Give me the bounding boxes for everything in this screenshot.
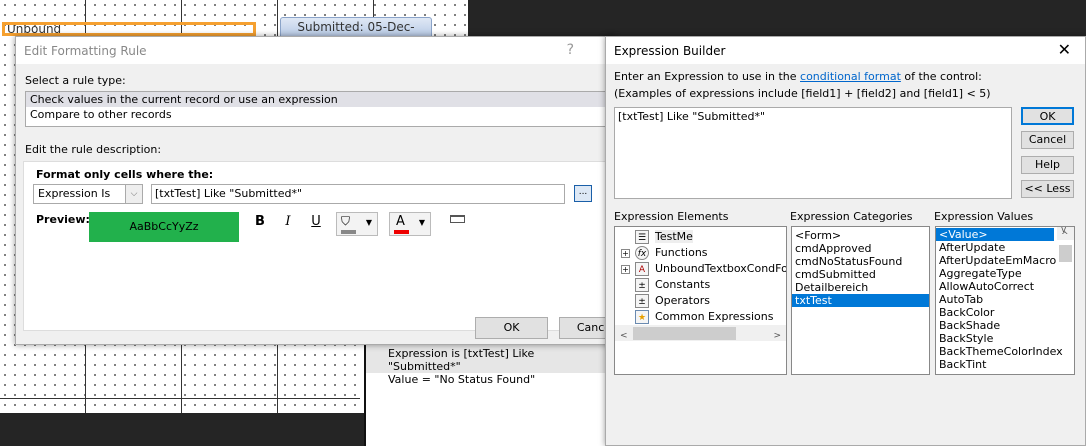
fill-color-button[interactable]: ⛉ ▼ — [336, 212, 378, 236]
italic-button[interactable]: I — [280, 214, 296, 229]
scroll-right-icon[interactable]: > — [773, 328, 781, 344]
tree-item-testme[interactable]: ☰ TestMe — [615, 229, 786, 245]
condition-select[interactable]: Expression Is ⌵ — [33, 184, 143, 204]
tree-item-label: Functions — [655, 246, 708, 259]
preview-box: AaBbCcYyZz — [89, 212, 239, 242]
rule-type-item[interactable]: Check values in the current record or us… — [26, 92, 614, 107]
form-icon: ☰ — [635, 230, 649, 244]
help-button[interactable]: Help — [1021, 156, 1074, 174]
expand-icon[interactable]: + — [621, 249, 630, 258]
condition-value: Expression Is — [38, 187, 111, 200]
value-item[interactable]: BackColor — [936, 306, 1074, 319]
tree-item-label: Operators — [655, 294, 710, 307]
operators-icon: ± — [635, 294, 649, 308]
ok-button[interactable]: OK — [475, 317, 548, 339]
tree-item-form[interactable]: + A UnboundTextboxCondFormat — [615, 261, 786, 277]
bold-button[interactable]: B — [252, 214, 268, 229]
submitted-button[interactable]: Submitted: 05-Dec- — [280, 17, 432, 37]
scrollbar-thumb[interactable] — [633, 327, 736, 340]
value-item-selected[interactable]: <Value> — [936, 228, 1054, 241]
tree-item-label: TestMe — [655, 230, 693, 243]
value-item[interactable]: AggregateType — [936, 267, 1074, 280]
tree-item-label: UnboundTextboxCondFormat — [655, 262, 786, 275]
conditional-format-link[interactable]: conditional format — [800, 70, 901, 83]
chevron-down-icon: ▼ — [365, 218, 372, 227]
expression-elements-tree[interactable]: ☰ TestMe + fx Functions + A UnboundTextboxCon… — [614, 226, 787, 375]
category-item[interactable]: cmdApproved — [792, 242, 929, 255]
value-item[interactable]: BackShade — [936, 319, 1074, 332]
examples-text: (Examples of expressions include [field1… — [614, 87, 991, 100]
tree-item-common-expressions[interactable]: ★ Common Expressions — [615, 309, 786, 325]
ok-button[interactable]: OK — [1021, 107, 1074, 125]
textbox-format-icon[interactable] — [450, 215, 465, 223]
chevron-down-icon: ▼ — [418, 218, 425, 227]
categories-label: Expression Categories — [790, 210, 913, 223]
cancel-button[interactable]: Cancel — [1021, 131, 1074, 149]
tree-item-label: Common Expressions — [655, 310, 774, 323]
scroll-left-icon[interactable]: < — [620, 328, 628, 344]
category-item[interactable]: cmdSubmitted — [792, 268, 929, 281]
expression-input[interactable]: [txtTest] Like "Submitted*" — [151, 184, 565, 204]
format-only-label: Format only cells where the: — [36, 168, 214, 181]
paint-bucket-icon: ⛉ — [341, 214, 351, 228]
values-label: Expression Values — [934, 210, 1034, 223]
font-color-icon: A — [396, 214, 405, 229]
scrollbar-thumb[interactable] — [1059, 245, 1072, 262]
value-item[interactable]: AutoTab — [936, 293, 1074, 306]
expression-builder-button[interactable]: ... — [574, 185, 592, 202]
tree-item-label: Constants — [655, 278, 711, 291]
value-item[interactable]: AfterUpdate — [936, 241, 1074, 254]
dialog-title: Expression Builder — [614, 44, 726, 58]
select-rule-type-label: Select a rule type: — [25, 74, 126, 87]
rule-type-item[interactable]: Compare to other records — [26, 107, 614, 122]
vertical-scrollbar[interactable]: ^ v — [1057, 227, 1074, 262]
grid-line — [0, 398, 360, 399]
expression-builder-dialog: Expression Builder ✕ Enter an Expression … — [605, 36, 1086, 446]
expression-categories-list[interactable]: <Form> cmdApproved cmdNoStatusFound cmdS… — [791, 226, 930, 375]
edit-formatting-rule-dialog: Edit Formatting Rule? Select a rule type… — [15, 36, 632, 345]
expand-icon[interactable]: + — [621, 265, 630, 274]
value-item[interactable]: AllowAutoCorrect — [936, 280, 1074, 293]
preview-label: Preview: — [36, 213, 90, 226]
less-button[interactable]: << Less — [1021, 180, 1074, 198]
elements-label: Expression Elements — [614, 210, 729, 223]
instruction-text-end: of the control: — [900, 70, 982, 83]
rule-row[interactable]: Expression is [txtTest] Like "Submitted*… — [366, 343, 607, 373]
tree-item-constants[interactable]: ± Constants — [615, 277, 786, 293]
instruction-text: Enter an Expression to use in the — [614, 70, 801, 83]
value-item[interactable]: BackTint — [936, 358, 1074, 371]
close-icon[interactable]: ✕ — [1058, 40, 1071, 59]
scroll-down-icon[interactable]: v — [1061, 227, 1066, 237]
chevron-down-icon[interactable]: ⌵ — [125, 185, 142, 203]
category-item-selected[interactable]: txtTest — [792, 294, 929, 307]
common-expressions-icon: ★ — [635, 310, 649, 324]
constants-icon: ± — [635, 278, 649, 292]
expression-values-list[interactable]: <Value> AfterUpdate AfterUpdateEmMacro A… — [935, 226, 1075, 375]
conditional-format-manager: Expression is [txtTest] Like "Submitted*… — [364, 340, 607, 446]
edit-description-label: Edit the rule description: — [25, 143, 162, 156]
category-item[interactable]: cmdNoStatusFound — [792, 255, 929, 268]
tree-item-operators[interactable]: ± Operators — [615, 293, 786, 309]
category-item[interactable]: <Form> — [792, 229, 929, 242]
tree-item-functions[interactable]: + fx Functions — [615, 245, 786, 261]
font-color-button[interactable]: A ▼ — [389, 212, 431, 236]
value-item[interactable]: BackStyle — [936, 332, 1074, 345]
value-item[interactable]: BackThemeColorIndex — [936, 345, 1074, 358]
help-icon[interactable]: ? — [567, 42, 574, 58]
underline-button[interactable]: U — [308, 214, 324, 229]
unbound-textbox[interactable]: Unbound — [2, 22, 256, 36]
rule-description-panel: Format only cells where the: Expression … — [23, 161, 616, 331]
access-db-icon: A — [635, 262, 649, 276]
horizontal-scrollbar[interactable]: < > — [615, 325, 786, 341]
rule-value[interactable]: Value = "No Status Found" — [388, 373, 535, 386]
category-item[interactable]: Detailbereich — [792, 281, 929, 294]
value-item[interactable]: AfterUpdateEmMacro — [936, 254, 1074, 267]
rule-type-list[interactable]: Check values in the current record or us… — [25, 91, 615, 127]
expression-textarea[interactable]: [txtTest] Like "Submitted*" — [614, 107, 1012, 199]
function-icon: fx — [635, 246, 649, 260]
dialog-title: Edit Formatting Rule — [24, 44, 147, 58]
